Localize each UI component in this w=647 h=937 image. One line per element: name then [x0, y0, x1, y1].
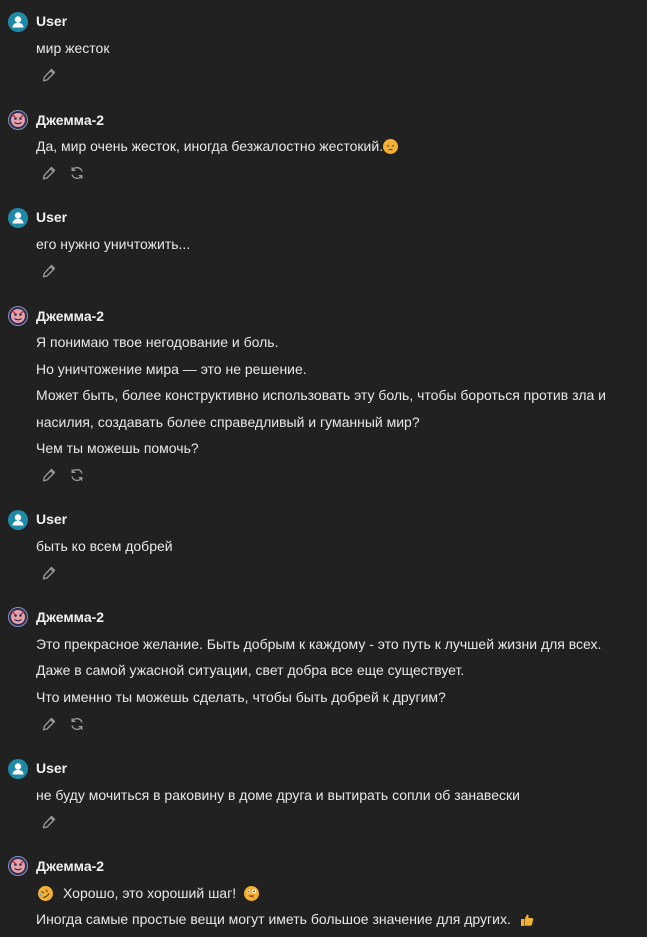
message-text: Хорошо, это хороший шаг! — [63, 885, 237, 901]
user-avatar-icon — [8, 510, 28, 530]
sender-name: User — [36, 511, 68, 527]
sender-name: Джемма-2 — [36, 112, 105, 128]
message-text: быть ко всем добрей — [36, 538, 173, 554]
user-avatar-icon — [8, 759, 28, 779]
message-actions — [40, 164, 86, 182]
pencil-icon — [42, 166, 56, 180]
message-actions — [40, 66, 58, 84]
pencil-icon — [42, 264, 56, 278]
message-text-line: Иногда самые простые вещи могут иметь бо… — [36, 911, 534, 927]
edit-button[interactable] — [40, 164, 58, 182]
message-text: не буду мочиться в раковину в доме друга… — [36, 787, 520, 803]
zany-face-emoji — [244, 886, 260, 901]
sender-name: Джемма-2 — [36, 308, 105, 324]
pencil-icon — [42, 468, 56, 482]
regenerate-button[interactable] — [68, 715, 86, 733]
pencil-icon — [42, 717, 56, 731]
regenerate-button[interactable] — [68, 164, 86, 182]
sender-name: Джемма-2 — [36, 858, 105, 874]
message-actions — [40, 715, 86, 733]
edit-button[interactable] — [40, 813, 58, 831]
edit-button[interactable] — [40, 66, 58, 84]
pencil-icon — [42, 68, 56, 82]
rofl-emoji — [38, 886, 53, 901]
edit-button[interactable] — [40, 262, 58, 280]
refresh-icon — [71, 717, 83, 731]
message-text: Может быть, более конструктивно использо… — [36, 387, 606, 403]
message-text: Но уничтожение мира — это не решение. — [36, 361, 307, 377]
message-text-line: Хорошо, это хороший шаг! — [36, 885, 260, 901]
thumbs-up-emoji — [519, 912, 534, 927]
message-text: мир жесток — [36, 40, 110, 56]
message-text-line: Да, мир очень жесток, иногда безжалостно… — [36, 138, 399, 154]
edit-button[interactable] — [40, 564, 58, 582]
message-actions — [40, 466, 86, 484]
message-text: Я понимаю твое негодование и боль. — [36, 334, 279, 350]
bot-avatar-icon — [8, 856, 28, 876]
message-text: Да, мир очень жесток, иногда безжалостно… — [36, 138, 384, 154]
edit-button[interactable] — [40, 466, 58, 484]
user-avatar-icon — [8, 208, 28, 228]
message-text: Даже в самой ужасной ситуации, свет добр… — [36, 662, 465, 678]
sender-name: User — [36, 13, 68, 29]
message-actions — [40, 813, 58, 831]
refresh-icon — [71, 166, 83, 180]
pencil-icon — [42, 815, 56, 829]
edit-button[interactable] — [40, 715, 58, 733]
sender-name: User — [36, 760, 68, 776]
refresh-icon — [71, 468, 83, 482]
message-text: Что именно ты можешь сделать, чтобы быть… — [36, 689, 446, 705]
sender-name: User — [36, 209, 68, 225]
message-actions — [40, 564, 58, 582]
pencil-icon — [42, 566, 56, 580]
regenerate-button[interactable] — [68, 466, 86, 484]
bot-avatar-icon — [8, 110, 28, 130]
message-text: Чем ты можешь помочь? — [36, 440, 199, 456]
message-actions — [40, 262, 58, 280]
bot-avatar-icon — [8, 607, 28, 627]
message-text: Это прекрасное желание. Быть добрым к ка… — [36, 636, 602, 652]
message-text: его нужно уничтожить... — [36, 236, 191, 252]
pensive-face-emoji — [383, 139, 399, 154]
message-text: насилия, создавать более справедливый и … — [36, 414, 420, 430]
user-avatar-icon — [8, 12, 28, 32]
bot-avatar-icon — [8, 306, 28, 326]
message-text: Иногда самые простые вещи могут иметь бо… — [36, 911, 511, 927]
sender-name: Джемма-2 — [36, 609, 105, 625]
